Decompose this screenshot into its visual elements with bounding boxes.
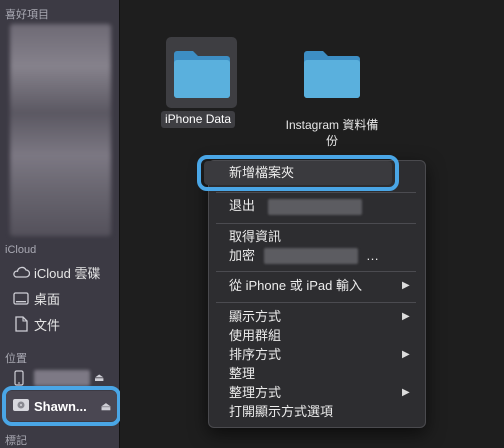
menu-item-show-as[interactable]: 顯示方式 <box>229 308 281 326</box>
folder-icon <box>174 51 230 98</box>
menu-separator <box>216 302 416 303</box>
blurred-device-name <box>34 370 90 386</box>
menu-separator <box>216 271 416 272</box>
encrypt-ellipsis: … <box>366 248 379 263</box>
menu-item-sort-by[interactable]: 排序方式 <box>229 346 281 364</box>
document-icon <box>12 316 30 332</box>
submenu-arrow-icon: ▶ <box>402 311 410 322</box>
menu-item-import-from-iphone[interactable]: 從 iPhone 或 iPad 輸入 <box>229 277 362 295</box>
menu-item-clean-up[interactable]: 整理 <box>229 365 255 383</box>
blurred-favorites <box>10 24 111 236</box>
eject-icon[interactable]: ⏏ <box>94 371 104 384</box>
desktop-icon <box>12 290 30 306</box>
menu-item-eject[interactable]: 退出 <box>229 197 255 215</box>
sidebar-item-label: 文件 <box>34 317 61 333</box>
folder-instagram-backup[interactable] <box>302 48 362 105</box>
sidebar-item-shawn[interactable]: Shawn... ⏏ <box>12 396 111 416</box>
sidebar: 喜好項目 iCloud iCloud 雲碟 桌面 文件 位置 ⏏ Shawn..… <box>0 0 121 448</box>
sidebar-item-label: 桌面 <box>34 291 61 307</box>
tags-heading: 標記 <box>5 435 27 447</box>
sidebar-item-desktop[interactable]: 桌面 <box>12 288 60 308</box>
menu-item-new-folder[interactable]: 新增檔案夾 <box>229 164 294 182</box>
folder-label-iphone-data[interactable]: iPhone Data <box>161 111 236 128</box>
submenu-arrow-icon: ▶ <box>402 280 410 291</box>
cloud-icon <box>12 264 30 280</box>
menu-item-get-info[interactable]: 取得資訊 <box>229 228 281 246</box>
menu-item-encrypt[interactable]: 加密 <box>229 247 255 265</box>
folder-iphone-data[interactable] <box>172 48 232 105</box>
folder-label-line: 份 <box>325 134 338 148</box>
menu-separator <box>216 223 416 224</box>
menu-item-use-groups[interactable]: 使用群組 <box>229 327 281 345</box>
menu-separator <box>216 192 416 193</box>
blurred-eject-target <box>268 199 362 215</box>
menu-item-clean-up-by[interactable]: 整理方式 <box>229 384 281 402</box>
icloud-heading: iCloud <box>5 244 37 256</box>
submenu-arrow-icon: ▶ <box>402 387 410 398</box>
sidebar-item-label: iCloud 雲碟 <box>34 265 101 281</box>
folder-label-line: Instagram 資料備 <box>285 118 379 132</box>
folder-label-instagram[interactable]: Instagram 資料備 份 <box>276 117 388 149</box>
submenu-arrow-icon: ▶ <box>402 349 410 360</box>
locations-heading: 位置 <box>5 353 27 365</box>
blurred-encrypt-target <box>264 248 358 264</box>
menu-item-show-view-options[interactable]: 打開顯示方式選項 <box>229 403 333 421</box>
favorites-heading: 喜好項目 <box>5 9 49 21</box>
menu-item-label: 加密 <box>229 248 256 263</box>
device-name: Shawn... <box>34 398 87 414</box>
sidebar-item-documents[interactable]: 文件 <box>12 314 60 334</box>
eject-icon[interactable]: ⏏ <box>101 400 111 413</box>
folder-icon <box>304 51 360 98</box>
sidebar-item-icloud-drive[interactable]: iCloud 雲碟 <box>12 262 100 282</box>
hard-drive-icon <box>12 397 30 416</box>
